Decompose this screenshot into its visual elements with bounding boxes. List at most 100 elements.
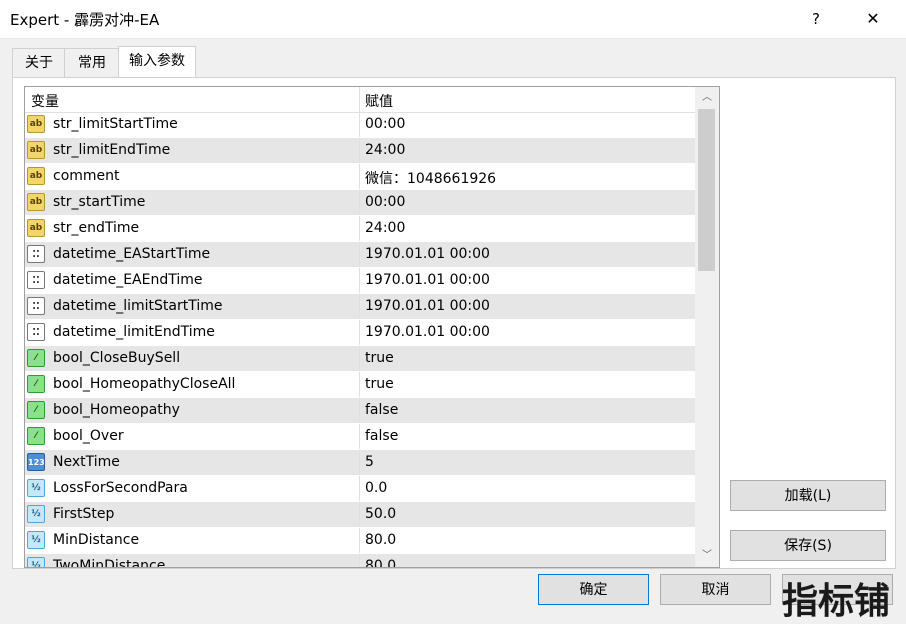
param-name: bool_HomeopathyCloseAll: [53, 376, 236, 392]
string-type-icon: ab: [27, 219, 45, 237]
close-button[interactable]: ✕: [856, 0, 890, 38]
column-divider: [359, 346, 360, 371]
param-name: bool_Homeopathy: [53, 402, 180, 418]
tab-inputs[interactable]: 输入参数: [118, 46, 196, 77]
table-row[interactable]: ab comment 微信：1048661926: [25, 164, 695, 190]
param-value[interactable]: 0.0: [365, 480, 387, 496]
table-row[interactable]: 123 NextTime 5: [25, 450, 695, 476]
table-row[interactable]: ab str_limitEndTime 24:00: [25, 138, 695, 164]
table-row[interactable]: ab str_limitStartTime 00:00: [25, 112, 695, 138]
help-button[interactable]: ?: [800, 0, 832, 38]
param-name: datetime_limitStartTime: [53, 298, 223, 314]
string-type-icon: ab: [27, 167, 45, 185]
table-row[interactable]: ⁚⁚ datetime_limitStartTime 1970.01.01 00:0…: [25, 294, 695, 320]
param-value[interactable]: 24:00: [365, 142, 405, 158]
param-value[interactable]: 00:00: [365, 194, 405, 210]
param-name: bool_Over: [53, 428, 124, 444]
column-divider: [359, 242, 360, 267]
column-divider: [359, 554, 360, 567]
load-button[interactable]: 加载(L): [730, 480, 886, 511]
param-name: str_limitStartTime: [53, 116, 178, 132]
header-value[interactable]: 赋值: [365, 91, 393, 111]
param-value[interactable]: 24:00: [365, 220, 405, 236]
param-value[interactable]: 5: [365, 454, 374, 470]
scroll-up-icon[interactable]: ︿: [695, 87, 719, 109]
param-name: MinDistance: [53, 532, 140, 548]
param-name: LossForSecondPara: [53, 480, 188, 496]
param-value[interactable]: 80.0: [365, 532, 396, 548]
tab-common[interactable]: 常用: [64, 48, 120, 77]
datetime-type-icon: ⁚⁚: [27, 271, 45, 289]
string-type-icon: ab: [27, 141, 45, 159]
window-title: Expert - 霹雳对冲-EA: [10, 11, 160, 29]
column-divider: [359, 398, 360, 423]
table-row[interactable]: ⁚⁚ datetime_EAStartTime 1970.01.01 00:00: [25, 242, 695, 268]
table-row[interactable]: ½ FirstStep 50.0: [25, 502, 695, 528]
param-name: NextTime: [53, 454, 120, 470]
column-divider: [359, 190, 360, 215]
param-name: datetime_EAStartTime: [53, 246, 211, 262]
param-value[interactable]: true: [365, 376, 394, 392]
param-name: FirstStep: [53, 506, 115, 522]
scroll-down-icon[interactable]: ﹀: [695, 545, 719, 567]
param-value[interactable]: 50.0: [365, 506, 396, 522]
string-type-icon: ab: [27, 193, 45, 211]
param-value[interactable]: false: [365, 402, 398, 418]
string-type-icon: ab: [27, 115, 45, 133]
param-value[interactable]: 00:00: [365, 116, 405, 132]
header-divider: [359, 87, 360, 112]
param-value[interactable]: 80.0: [365, 558, 396, 567]
double-type-icon: ½: [27, 531, 45, 549]
param-value[interactable]: false: [365, 428, 398, 444]
param-value[interactable]: 1970.01.01 00:00: [365, 272, 490, 288]
save-button[interactable]: 保存(S): [730, 530, 886, 561]
param-name: str_startTime: [53, 194, 146, 210]
table-row[interactable]: ab str_endTime 24:00: [25, 216, 695, 242]
cancel-button[interactable]: 取消: [660, 574, 771, 605]
integer-type-icon: 123: [27, 453, 45, 471]
param-name: str_limitEndTime: [53, 142, 171, 158]
column-divider: [359, 424, 360, 449]
table-row[interactable]: ⁄ bool_Over false: [25, 424, 695, 450]
bool-type-icon: ⁄: [27, 349, 45, 367]
ok-button[interactable]: 确定: [538, 574, 649, 605]
column-divider: [359, 476, 360, 501]
bool-type-icon: ⁄: [27, 401, 45, 419]
table-row[interactable]: ⁚⁚ datetime_limitEndTime 1970.01.01 00:00: [25, 320, 695, 346]
tab-about[interactable]: 关于: [12, 48, 66, 77]
parameters-grid: 变量 赋值 ab str_limitStartTime 00:00 ab str_lim…: [24, 86, 720, 568]
table-row[interactable]: ⁄ bool_CloseBuySell true: [25, 346, 695, 372]
header-variable[interactable]: 变量: [31, 91, 59, 111]
column-divider: [359, 528, 360, 553]
param-value[interactable]: 1970.01.01 00:00: [365, 324, 490, 340]
table-row[interactable]: ⁄ bool_HomeopathyCloseAll true: [25, 372, 695, 398]
table-row[interactable]: ab str_startTime 00:00: [25, 190, 695, 216]
table-row[interactable]: ½ MinDistance 80.0: [25, 528, 695, 554]
param-value[interactable]: 1970.01.01 00:00: [365, 246, 490, 262]
column-divider: [359, 268, 360, 293]
column-divider: [359, 112, 360, 137]
column-divider: [359, 502, 360, 527]
param-value[interactable]: 1970.01.01 00:00: [365, 298, 490, 314]
double-type-icon: ½: [27, 505, 45, 523]
column-divider: [359, 216, 360, 241]
scroll-thumb[interactable]: [698, 109, 715, 271]
param-name: comment: [53, 168, 120, 184]
param-value[interactable]: 微信：1048661926: [365, 168, 496, 188]
table-row[interactable]: ⁚⁚ datetime_EAEndTime 1970.01.01 00:00: [25, 268, 695, 294]
double-type-icon: ½: [27, 479, 45, 497]
column-divider: [359, 372, 360, 397]
param-name: TwoMinDistance: [53, 558, 166, 568]
vertical-scrollbar[interactable]: ︿ ﹀: [695, 87, 719, 567]
watermark-text: 指标铺: [782, 581, 891, 622]
table-row[interactable]: ½ LossForSecondPara 0.0: [25, 476, 695, 502]
title-bar: Expert - 霹雳对冲-EA ? ✕: [0, 0, 906, 39]
column-divider: [359, 138, 360, 163]
double-type-icon: ½: [27, 557, 45, 567]
param-value[interactable]: true: [365, 350, 394, 366]
bool-type-icon: ⁄: [27, 375, 45, 393]
table-row[interactable]: ⁄ bool_Homeopathy false: [25, 398, 695, 424]
datetime-type-icon: ⁚⁚: [27, 297, 45, 315]
table-row[interactable]: ½ TwoMinDistance 80.0: [25, 554, 695, 568]
param-name: datetime_limitEndTime: [53, 324, 215, 340]
